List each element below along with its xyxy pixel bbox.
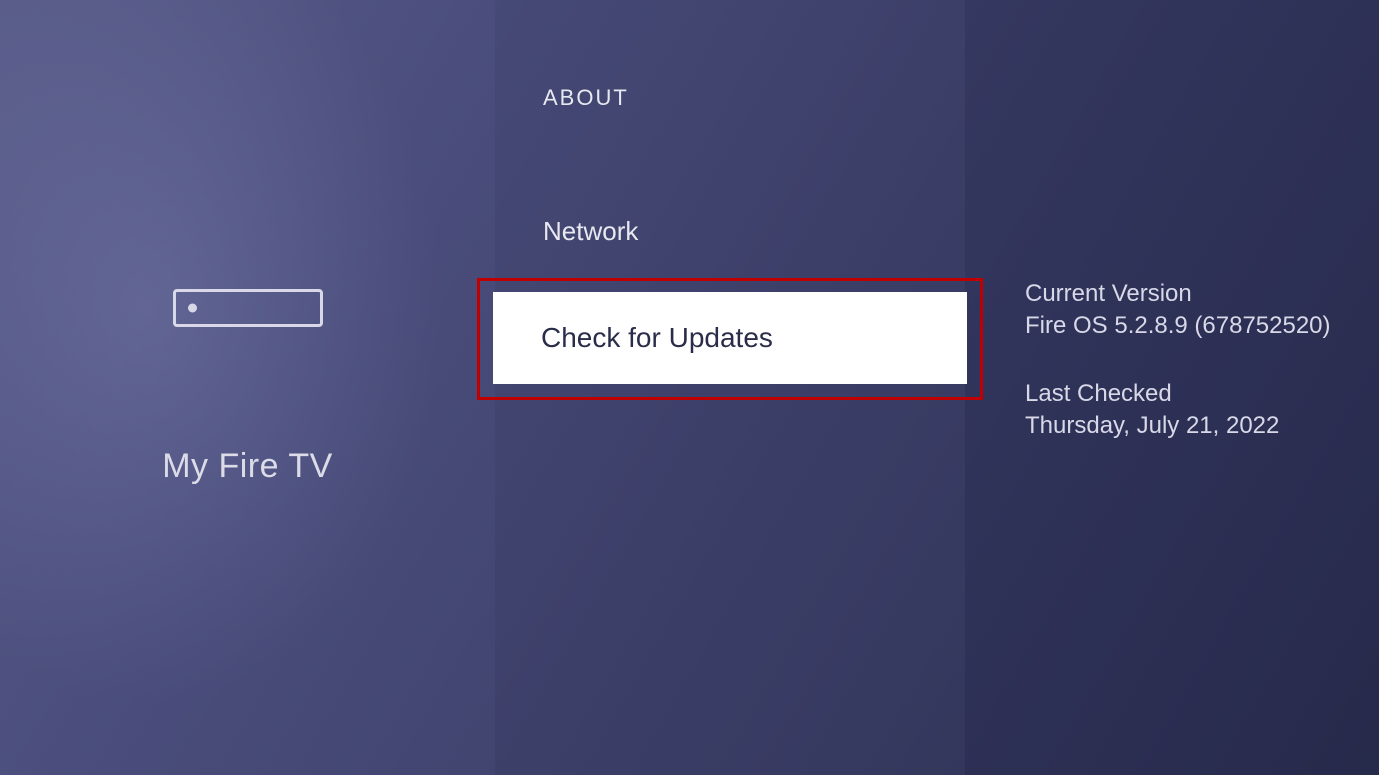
current-version-value: Fire OS 5.2.8.9 (678752520) — [1025, 312, 1379, 340]
last-checked-label: Last Checked — [1025, 380, 1379, 408]
fire-tv-device-icon — [173, 289, 323, 327]
device-icon-wrapper — [173, 289, 323, 327]
details-panel: Current Version Fire OS 5.2.8.9 (6787525… — [965, 0, 1379, 775]
page-title: My Fire TV — [162, 447, 333, 486]
current-version-label: Current Version — [1025, 280, 1379, 308]
menu-item-check-updates[interactable]: Check for Updates — [493, 292, 967, 384]
current-version-block: Current Version Fire OS 5.2.8.9 (6787525… — [1025, 280, 1379, 340]
menu-item-check-updates-wrapper: Check for Updates — [495, 292, 965, 384]
about-menu-panel: ABOUT Network Check for Updates — [495, 0, 965, 775]
last-checked-value: Thursday, July 21, 2022 — [1025, 412, 1379, 440]
left-panel: My Fire TV — [0, 0, 495, 775]
menu-item-network[interactable]: Network — [495, 196, 965, 267]
section-header: ABOUT — [543, 85, 965, 111]
last-checked-block: Last Checked Thursday, July 21, 2022 — [1025, 380, 1379, 440]
